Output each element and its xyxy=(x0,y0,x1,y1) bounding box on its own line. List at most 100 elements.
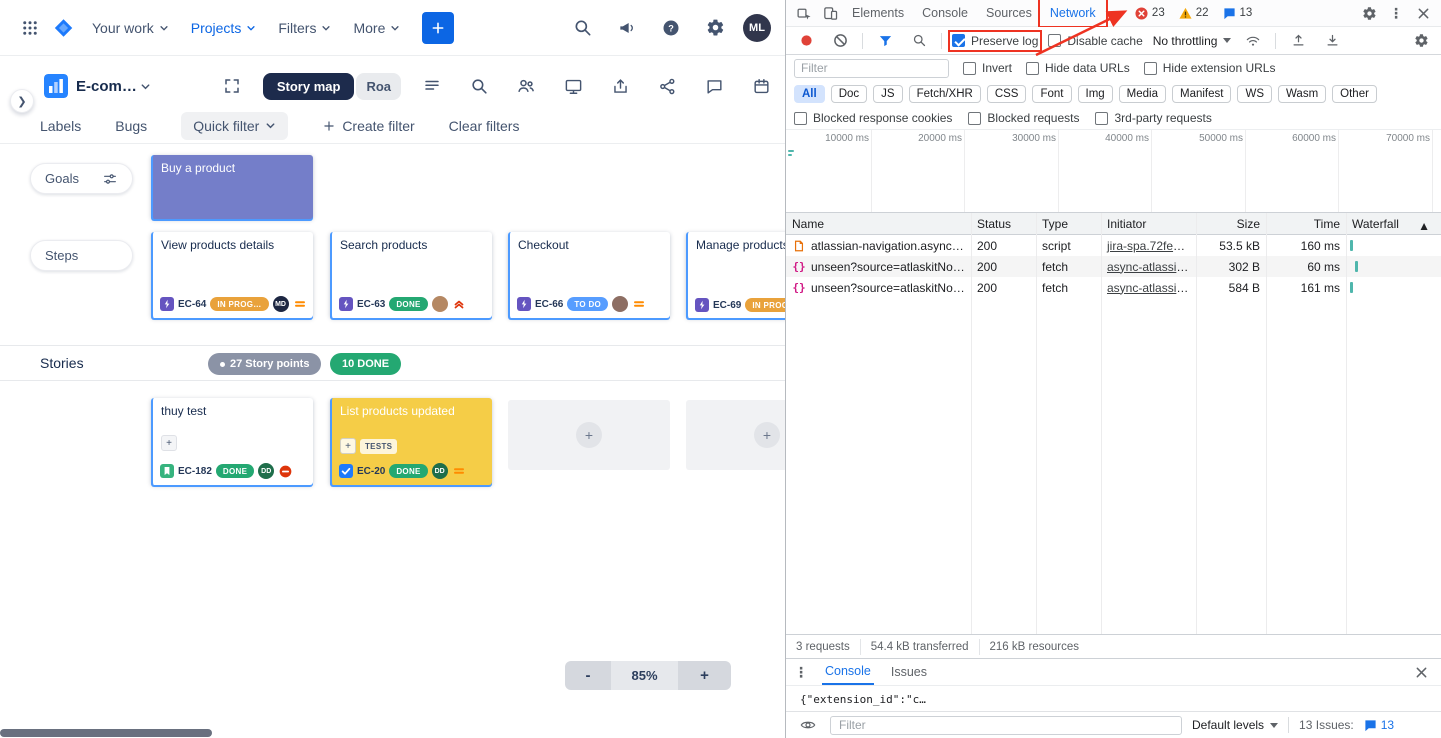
zoom-in-button[interactable]: + xyxy=(678,661,731,690)
inspect-element-icon[interactable] xyxy=(792,2,816,24)
issues-count[interactable]: 13 xyxy=(1364,718,1394,732)
help-icon[interactable]: ? xyxy=(655,12,687,44)
labels-filter[interactable]: Labels xyxy=(40,118,81,134)
clear-network-log-icon[interactable] xyxy=(828,30,852,52)
tab-elements[interactable]: Elements xyxy=(844,2,912,24)
checkbox[interactable] xyxy=(1144,62,1157,75)
console-filter-input[interactable] xyxy=(830,716,1182,735)
blocked-requests-checkbox[interactable]: Blocked requests xyxy=(968,111,1079,125)
record-network-log-icon[interactable] xyxy=(794,30,818,52)
project-name[interactable]: E-com… xyxy=(76,78,137,95)
sidebar-expand-button[interactable]: ❯ xyxy=(10,89,34,113)
people-icon[interactable] xyxy=(510,70,542,102)
type-filter-css[interactable]: CSS xyxy=(987,85,1027,103)
create-button[interactable] xyxy=(422,12,454,44)
rows-icon[interactable] xyxy=(416,70,448,102)
clear-filters-button[interactable]: Clear filters xyxy=(449,118,520,134)
type-filter-font[interactable]: Font xyxy=(1032,85,1071,103)
add-card-placeholder[interactable]: + xyxy=(508,400,670,470)
share-nodes-icon[interactable] xyxy=(651,70,683,102)
column-initiator[interactable]: Initiator xyxy=(1101,217,1196,231)
step-card[interactable]: View products details EC-64 IN PROG… MD xyxy=(151,232,313,318)
type-filter-media[interactable]: Media xyxy=(1119,85,1166,103)
close-devtools-icon[interactable] xyxy=(1411,2,1435,24)
network-search-icon[interactable] xyxy=(907,30,931,52)
column-size[interactable]: Size xyxy=(1196,217,1266,231)
quick-filter-button[interactable]: Quick filter xyxy=(181,112,288,140)
app-switcher-icon[interactable] xyxy=(14,12,46,44)
request-row[interactable]: atlassian-navigation.async-… 200 script … xyxy=(786,235,1441,256)
checkbox[interactable] xyxy=(794,112,807,125)
import-har-icon[interactable] xyxy=(1320,30,1344,52)
story-card[interactable]: thuy test + EC-182 DONE DD xyxy=(151,398,313,485)
request-initiator-link[interactable]: async-atlassia… xyxy=(1107,260,1195,274)
checkbox[interactable] xyxy=(963,62,976,75)
type-filter-doc[interactable]: Doc xyxy=(831,85,867,103)
filter-funnel-icon[interactable] xyxy=(873,30,897,52)
type-filter-manifest[interactable]: Manifest xyxy=(1172,85,1231,103)
story-card[interactable]: List products updated + TESTS EC-20 DONE… xyxy=(330,398,492,485)
eye-icon[interactable] xyxy=(796,714,820,736)
more-tabs-icon[interactable]: » xyxy=(1106,6,1121,21)
column-name[interactable]: Name xyxy=(786,217,971,231)
jira-logo[interactable] xyxy=(48,12,80,44)
zoom-out-button[interactable]: - xyxy=(565,661,611,690)
step-card[interactable]: Search products EC-63 DONE xyxy=(330,232,492,318)
comment-icon[interactable] xyxy=(698,70,730,102)
story-map-view-button[interactable]: Story map xyxy=(263,73,355,100)
column-status[interactable]: Status xyxy=(971,217,1036,231)
add-label-button[interactable]: + xyxy=(340,438,356,454)
column-type[interactable]: Type xyxy=(1036,217,1101,231)
request-row[interactable]: {} unseen?source=atlaskitNot… 200 fetch … xyxy=(786,277,1441,298)
network-settings-gear-icon[interactable] xyxy=(1409,30,1433,52)
step-card[interactable]: Checkout EC-66 TO DO xyxy=(508,232,670,318)
kebab-menu-icon[interactable]: ⋮ xyxy=(1389,5,1403,22)
device-toolbar-icon[interactable] xyxy=(818,2,842,24)
card-label-chip[interactable]: TESTS xyxy=(360,439,397,454)
plus-icon[interactable]: + xyxy=(576,422,602,448)
checkbox[interactable] xyxy=(1026,62,1039,75)
type-filter-other[interactable]: Other xyxy=(1332,85,1377,103)
share-icon[interactable] xyxy=(604,70,636,102)
type-filter-img[interactable]: Img xyxy=(1078,85,1113,103)
board-search-icon[interactable] xyxy=(463,70,495,102)
invert-checkbox[interactable]: Invert xyxy=(963,61,1012,75)
warning-count-badge[interactable]: 22 xyxy=(1179,7,1209,20)
type-filter-all[interactable]: All xyxy=(794,85,825,103)
calendar-icon[interactable] xyxy=(745,70,777,102)
goals-row-pill[interactable]: Goals xyxy=(30,163,133,194)
add-card-placeholder[interactable]: + xyxy=(686,400,785,470)
create-filter-button[interactable]: Create filter xyxy=(322,118,414,134)
request-initiator-link[interactable]: async-atlassia… xyxy=(1107,281,1195,295)
horizontal-scrollbar[interactable] xyxy=(0,729,212,737)
network-conditions-icon[interactable] xyxy=(1241,30,1265,52)
drawer-tab-issues[interactable]: Issues xyxy=(888,659,930,685)
third-party-requests-checkbox[interactable]: 3rd-party requests xyxy=(1095,111,1211,125)
chevron-down-icon[interactable] xyxy=(140,81,151,92)
network-filter-input[interactable] xyxy=(794,59,949,78)
type-filter-fetchxhr[interactable]: Fetch/XHR xyxy=(909,85,981,103)
plus-icon[interactable]: + xyxy=(754,422,780,448)
column-time[interactable]: Time xyxy=(1266,217,1346,231)
checkbox[interactable] xyxy=(1048,34,1061,47)
export-har-icon[interactable] xyxy=(1286,30,1310,52)
announcements-icon[interactable] xyxy=(611,12,643,44)
search-icon[interactable] xyxy=(567,12,599,44)
roadmap-view-button[interactable]: Roa xyxy=(356,73,401,100)
settings-gear-icon[interactable] xyxy=(699,12,731,44)
nav-more[interactable]: More xyxy=(343,14,410,42)
network-overview-timeline[interactable]: 10000 ms 20000 ms 30000 ms 40000 ms 5000… xyxy=(786,129,1441,213)
user-avatar[interactable]: ML xyxy=(743,14,771,42)
checkbox[interactable] xyxy=(952,34,965,47)
checkbox[interactable] xyxy=(1095,112,1108,125)
steps-row-pill[interactable]: Steps xyxy=(30,240,133,271)
request-initiator-link[interactable]: jira-spa.72fe95… xyxy=(1107,239,1196,253)
bugs-filter[interactable]: Bugs xyxy=(115,118,147,134)
fullscreen-icon[interactable] xyxy=(216,70,248,102)
goal-card[interactable]: Buy a product xyxy=(151,155,313,219)
devtools-settings-gear-icon[interactable] xyxy=(1357,2,1381,24)
monitor-icon[interactable] xyxy=(557,70,589,102)
drawer-kebab-menu-icon[interactable]: ⋮ xyxy=(794,664,808,681)
close-drawer-icon[interactable] xyxy=(1409,661,1433,683)
issues-count-badge[interactable]: 13 xyxy=(1223,7,1253,20)
